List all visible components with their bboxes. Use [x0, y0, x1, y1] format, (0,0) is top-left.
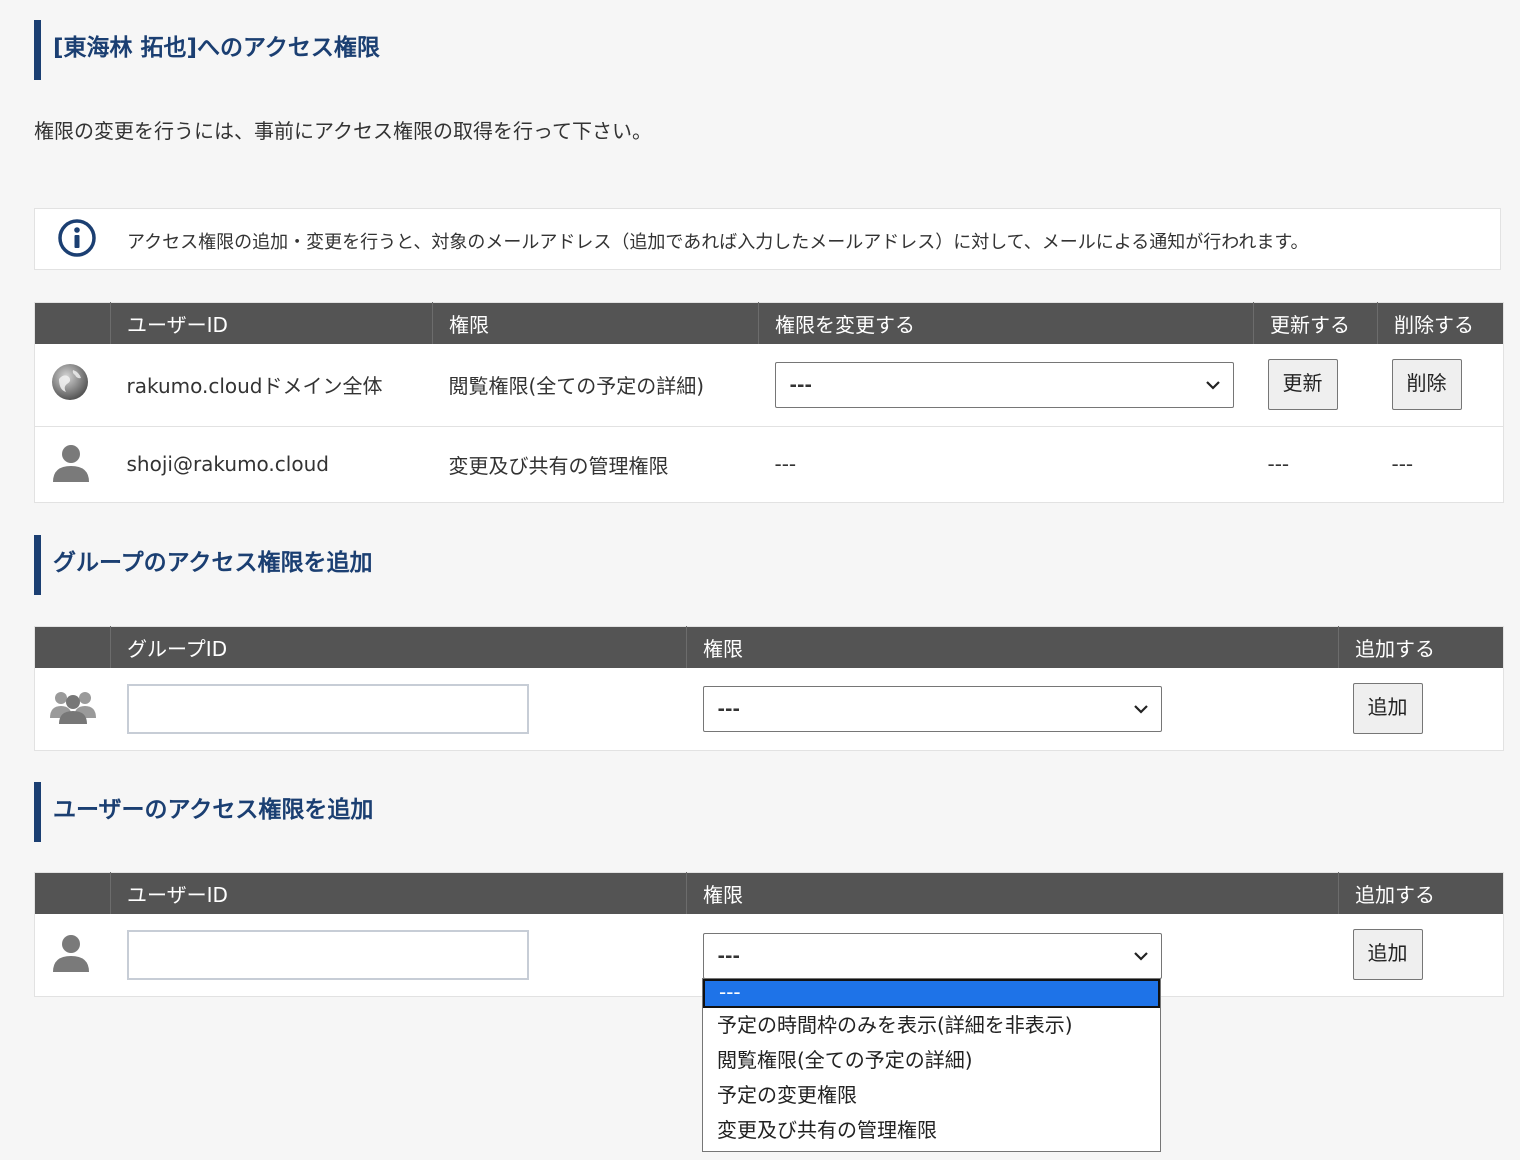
row-permission: 変更及び共有の管理権限 [432, 426, 759, 503]
table-header-row: ユーザーID 権限 権限を変更する 更新する 削除する [34, 302, 1504, 344]
delete-button[interactable]: 削除 [1391, 359, 1462, 411]
user-icon [53, 935, 89, 973]
column-header-permission: 権限 [432, 302, 759, 344]
group-add-button[interactable]: 追加 [1352, 683, 1423, 735]
column-header-permission: 権限 [686, 872, 1339, 914]
notice-box: アクセス権限の追加・変更を行うと、対象のメールアドレス（追加であれば入力したメー… [34, 208, 1501, 270]
column-header-add: 追加する [1338, 626, 1504, 668]
user-id-input[interactable] [126, 929, 529, 980]
permission-change-select[interactable]: --- [774, 361, 1234, 408]
dropdown-option[interactable]: --- [703, 979, 1160, 1008]
column-header-icon [34, 302, 111, 344]
group-section-title-text: グループのアクセス権限を追加 [53, 550, 373, 576]
select-value: --- [717, 946, 740, 968]
column-header-icon [34, 872, 111, 914]
column-header-user-id: ユーザーID [110, 872, 687, 914]
table-header-row: グループID 権限 追加する [34, 626, 1504, 668]
notice-text: アクセス権限の追加・変更を行うと、対象のメールアドレス（追加であれば入力したメー… [127, 232, 1309, 253]
table-row: rakumo.cloudドメイン全体 閲覧権限(全ての予定の詳細) --- 更新… [34, 344, 1504, 427]
page-description: 権限の変更を行うには、事前にアクセス権限の取得を行って下さい。 [34, 119, 652, 143]
user-section-title: ユーザーのアクセス権限を追加 [34, 782, 373, 842]
select-value: --- [717, 698, 740, 720]
row-user-id: shoji@rakumo.cloud [110, 426, 433, 503]
user-permission-select[interactable]: --- [702, 933, 1162, 980]
chevron-down-icon [1133, 704, 1148, 714]
column-header-permission: 権限 [686, 626, 1339, 668]
dropdown-option[interactable]: 変更及び共有の管理権限 [703, 1113, 1160, 1148]
row-change-placeholder: --- [758, 426, 1254, 503]
user-icon [53, 444, 89, 482]
table-header-row: ユーザーID 権限 追加する [34, 872, 1504, 914]
group-icon [50, 692, 96, 725]
user-add-button[interactable]: 追加 [1352, 929, 1423, 981]
column-header-icon [34, 626, 111, 668]
dropdown-option[interactable]: 予定の変更権限 [703, 1078, 1160, 1113]
permission-dropdown-list: --- 予定の時間枠のみを表示(詳細を非表示) 閲覧権限(全ての予定の詳細) 予… [702, 978, 1161, 1152]
table-row: shoji@rakumo.cloud 変更及び共有の管理権限 --- --- -… [34, 426, 1504, 503]
group-id-input[interactable] [126, 683, 529, 734]
user-section-title-text: ユーザーのアクセス権限を追加 [53, 797, 374, 823]
column-header-change: 権限を変更する [758, 302, 1254, 344]
row-user-id: rakumo.cloudドメイン全体 [110, 344, 433, 427]
info-icon [58, 219, 96, 257]
globe-icon [52, 364, 88, 401]
access-table: ユーザーID 権限 権限を変更する 更新する 削除する rakumo.cloud… [34, 302, 1504, 503]
column-header-add: 追加する [1338, 872, 1504, 914]
column-header-group-id: グループID [110, 626, 687, 668]
chevron-down-icon [1133, 952, 1148, 961]
column-header-update: 更新する [1253, 302, 1378, 344]
group-permission-select[interactable]: --- [702, 685, 1162, 732]
group-section-title: グループのアクセス権限を追加 [34, 535, 372, 595]
group-add-table: グループID 権限 追加する --- 追加 [34, 626, 1504, 751]
select-value: --- [789, 374, 812, 396]
column-header-delete: 削除する [1377, 302, 1504, 344]
chevron-down-icon [1205, 380, 1220, 390]
dropdown-option[interactable]: 予定の時間枠のみを表示(詳細を非表示) [703, 1008, 1160, 1043]
row-permission: 閲覧権限(全ての予定の詳細) [432, 344, 759, 427]
dropdown-option[interactable]: 閲覧権限(全ての予定の詳細) [703, 1043, 1160, 1078]
page-title: [東海林 拓也]へのアクセス権限 [34, 20, 380, 80]
update-button[interactable]: 更新 [1267, 359, 1338, 411]
page-title-text: [東海林 拓也]へのアクセス権限 [53, 35, 380, 61]
row-delete-placeholder: --- [1377, 426, 1504, 503]
column-header-user-id: ユーザーID [110, 302, 433, 344]
table-row: --- 追加 [34, 668, 1504, 751]
row-update-placeholder: --- [1253, 426, 1378, 503]
